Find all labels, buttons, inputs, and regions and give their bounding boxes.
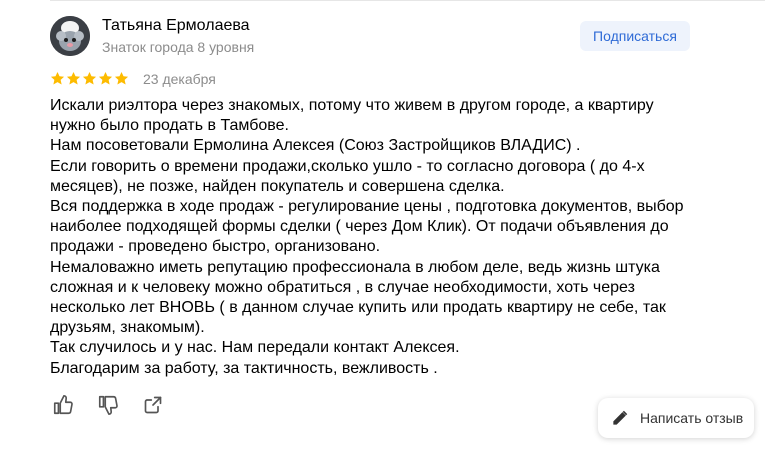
star-icon [98, 71, 113, 85]
share-icon [144, 396, 162, 414]
thumbs-down-icon [98, 395, 118, 415]
star-icon [50, 71, 65, 85]
star-icon [114, 71, 129, 85]
subscribe-button[interactable]: Подписаться [580, 21, 690, 51]
write-review-button[interactable]: Написать отзыв [598, 398, 754, 438]
thumbs-up-icon [53, 395, 73, 415]
review-text-line: друзьям, знакомым). [50, 319, 205, 337]
review-text-line: Так случилось и у нас. Нам передали конт… [50, 339, 460, 357]
review-text-line: нужно было продать в Тамбове. [50, 117, 289, 135]
star-icon [66, 71, 81, 85]
review-date: 23 декабря [143, 71, 216, 87]
pencil-icon [613, 410, 628, 425]
share-button[interactable] [141, 393, 165, 417]
review-text-line: сложная и к человеку можно обратиться , … [50, 278, 635, 296]
top-divider [50, 0, 765, 1]
review-text-line: наиболее подходящей формы сделки ( через… [50, 218, 669, 236]
dislike-button[interactable] [96, 393, 120, 417]
review-text-line: Нам посоветовали Ермолина Алексея (Союз … [50, 137, 581, 155]
review-text-line: Вся поддержка в ходе продаж - регулирова… [50, 198, 684, 216]
review-text-line: Если говорить о времени продажи,сколько … [50, 157, 645, 175]
avatar-image [50, 16, 90, 56]
author-name[interactable]: Татьяна Ермолаева [102, 16, 250, 36]
review-text-line: несколько лет ВНОВЬ ( в данном случае ку… [50, 299, 666, 317]
review-text-line: продажи - проведено быстро, организовано… [50, 238, 381, 256]
review-text-line: Благодарим за работу, за тактичность, ве… [50, 359, 438, 377]
write-review-label: Написать отзыв [640, 410, 744, 426]
review-text-line: Немаловажно иметь репутацию профессионал… [50, 258, 660, 276]
like-button[interactable] [51, 393, 75, 417]
review-text-line: Искали риэлтора через знакомых, потому ч… [50, 97, 654, 114]
avatar[interactable] [50, 16, 90, 56]
author-level: Знаток города 8 уровня [102, 39, 255, 55]
star-icon [82, 71, 97, 85]
rating-stars [50, 71, 129, 86]
review-text: Искали риэлтора через знакомых, потому ч… [50, 96, 705, 379]
review-text-line: месяцев), не позже, найден покупатель и … [50, 177, 505, 195]
